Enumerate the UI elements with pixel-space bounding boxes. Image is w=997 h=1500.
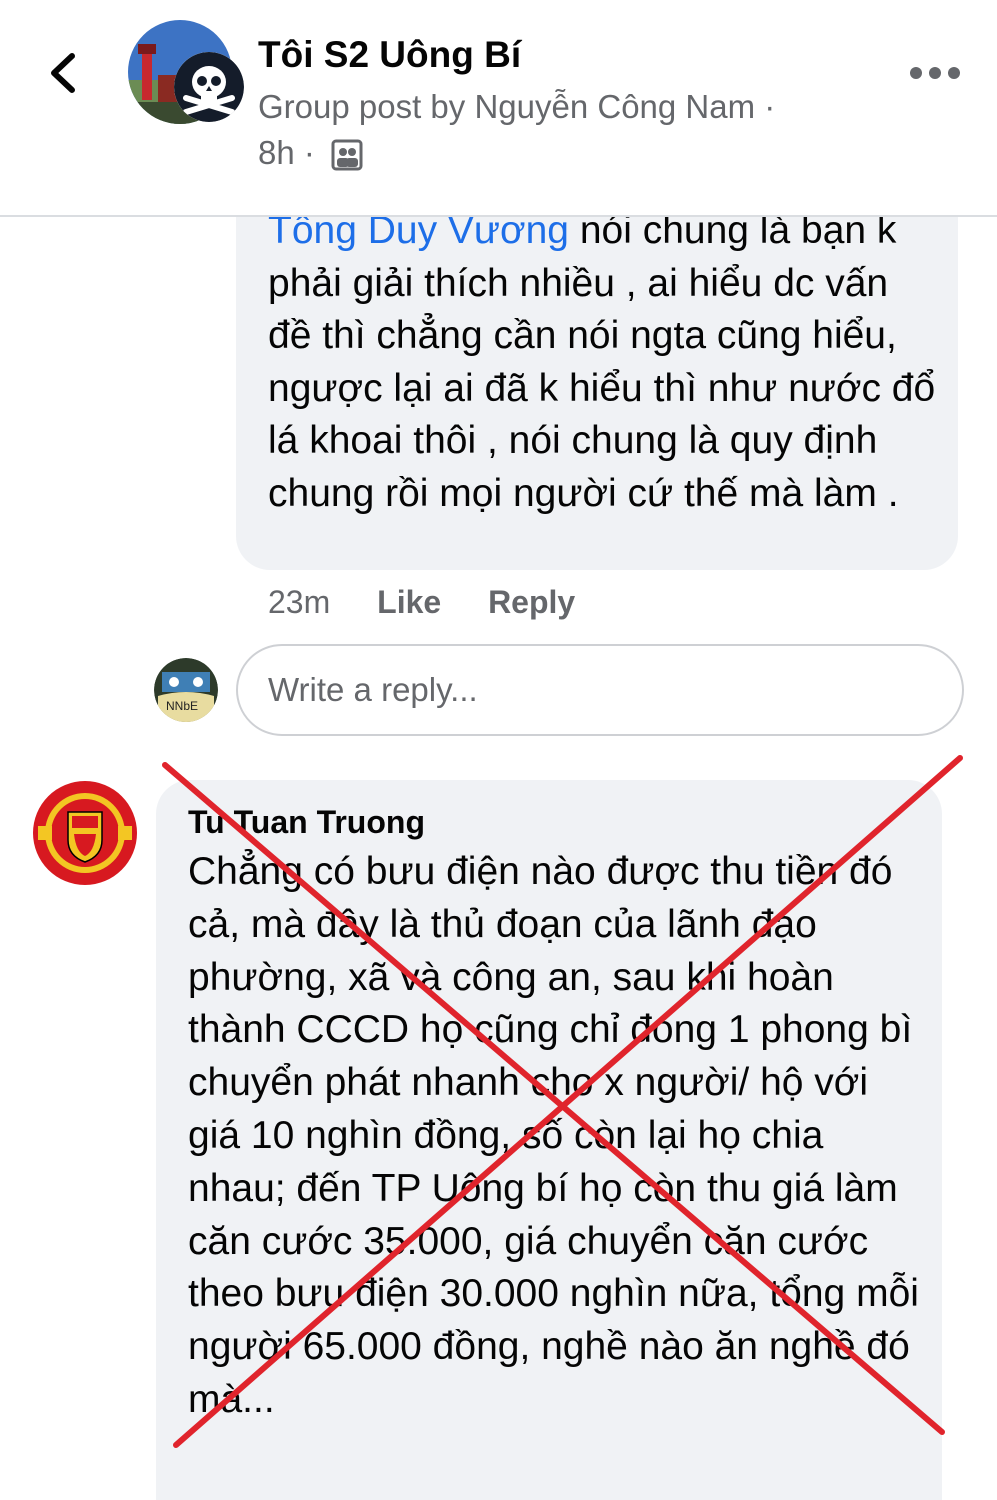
post-time-line: 8h · [258,130,858,176]
more-horizontal-icon [910,67,960,79]
reply-input[interactable] [236,644,964,736]
post-author-line[interactable]: Group post by Nguyễn Công Nam · [258,84,858,130]
more-options-button[interactable] [908,58,962,88]
post-time: 8h · [258,134,315,171]
back-button[interactable] [40,48,90,98]
group-name[interactable]: Tôi S2 Uông Bí [258,34,521,76]
comment-bubble-2: Tu Tuan Truong Chẳng có bưu điện nào đượ… [156,780,942,1500]
comment-text: Tống Duy Vương nói chung là bạn k phải g… [268,205,938,520]
like-button[interactable]: Like [377,584,441,620]
reply-button[interactable]: Reply [488,584,575,620]
post-meta: Group post by Nguyễn Công Nam · 8h · [258,84,858,176]
comment-actions: 23m Like Reply [268,584,613,621]
comment-text-2: Chẳng có bưu điện nào được thu tiền đó c… [188,850,919,1421]
comment-text-body: k phải giải thích nhiều , ai hiểu dc vấn… [268,209,936,515]
manchester-united-crest-avatar[interactable] [30,778,140,888]
post-header: Tôi S2 Uông Bí Group post by Nguyễn Công… [0,0,997,217]
comment-author[interactable]: Tu Tuan Truong [188,804,425,841]
skull-avatar[interactable] [174,52,244,122]
user-avatar: NNbE [154,658,218,722]
svg-text:NNbE: NNbE [166,699,198,713]
group-audience-icon [331,139,363,171]
chevron-left-icon [51,53,75,93]
comment-time: 23m [268,584,331,620]
